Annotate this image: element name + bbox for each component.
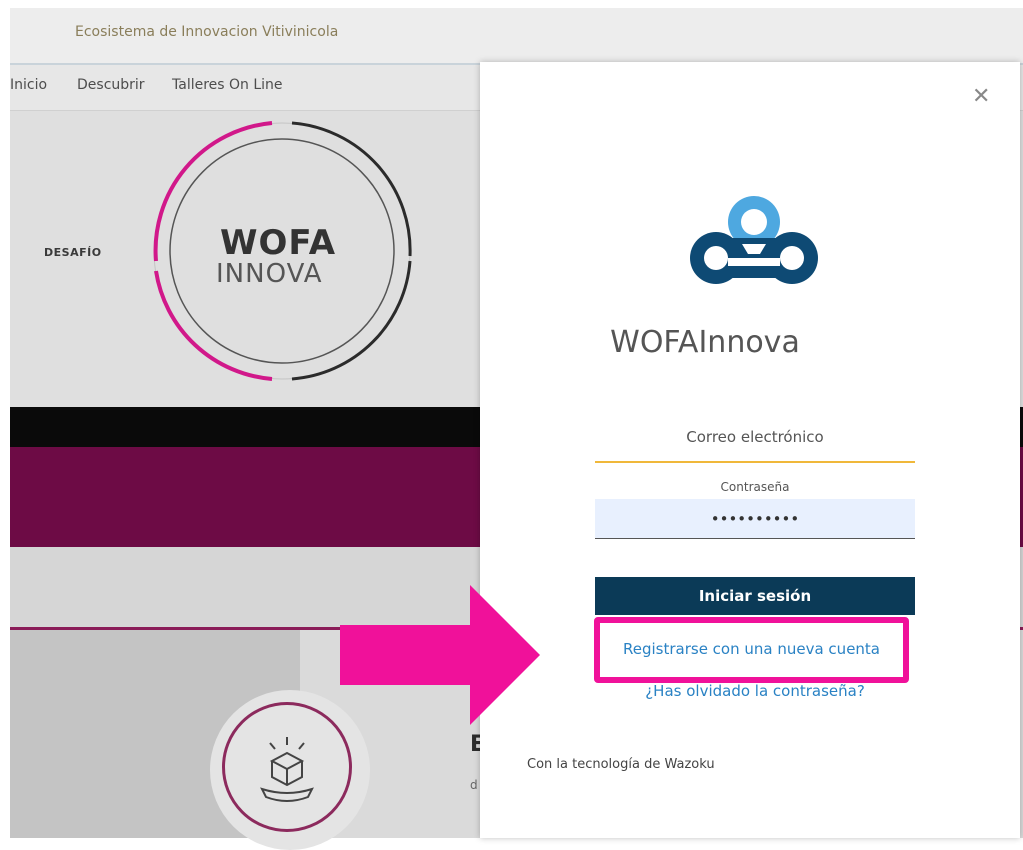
password-label: Contraseña [720, 480, 790, 494]
challenge-logo-wofa: WOFA [220, 223, 337, 263]
login-button[interactable]: Iniciar sesión [595, 577, 915, 615]
challenge-logo-innova: INNOVA [216, 259, 323, 289]
site-title[interactable]: Ecosistema de Innovacion Vitivinicola [75, 24, 338, 40]
brand-name: WOFAInnova [610, 325, 800, 360]
nav-item-descubrir[interactable]: Descubrir [77, 77, 145, 93]
site-header: Ecosistema de Innovacion Vitivinicola [10, 8, 1023, 63]
wofainnova-logo-icon [690, 196, 818, 284]
challenge-label: DESAFÍO [44, 246, 102, 259]
nav-item-talleres[interactable]: Talleres On Line [172, 77, 283, 93]
nav-item-inicio[interactable]: Inicio [10, 77, 47, 93]
arrow-pointer-icon [340, 585, 540, 725]
powered-by-text: Con la tecnología de Wazoku [527, 757, 715, 772]
section-text-partial: d [470, 778, 478, 792]
password-field[interactable] [595, 499, 915, 539]
close-icon[interactable]: ✕ [972, 84, 990, 109]
box-ribbon-icon [260, 737, 314, 802]
email-field[interactable]: Correo electrónico [595, 428, 915, 446]
email-field-underline [595, 461, 915, 463]
forgot-password-link[interactable]: ¿Has olvidado la contraseña? [595, 682, 915, 700]
register-link[interactable]: Registrarse con una nueva cuenta [600, 640, 903, 658]
